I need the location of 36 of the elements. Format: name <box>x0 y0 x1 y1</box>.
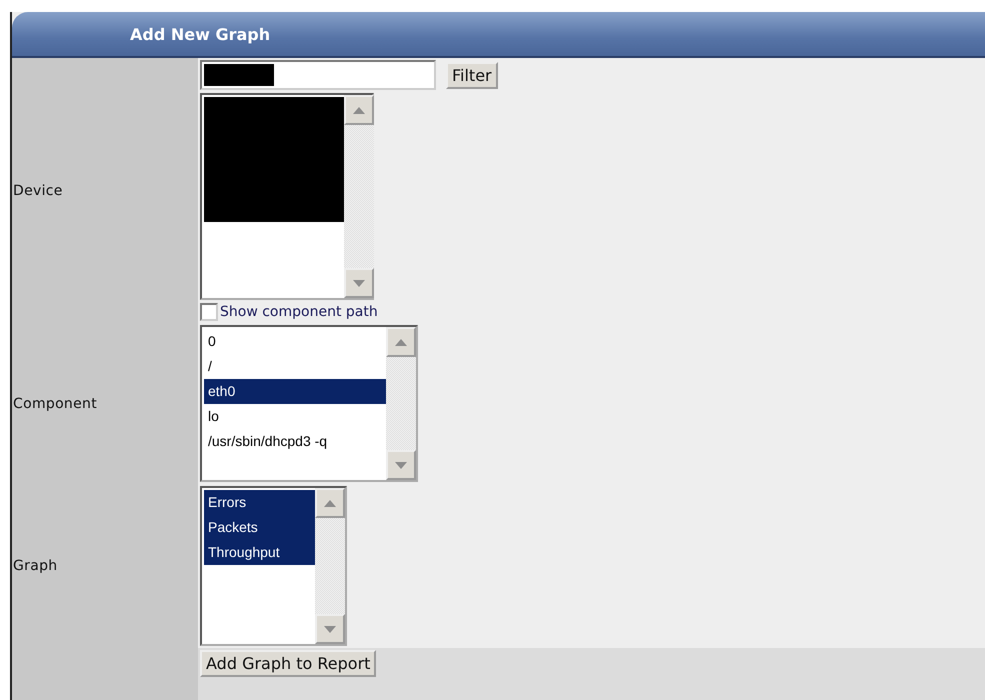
list-item[interactable]: Packets <box>204 515 315 540</box>
list-box[interactable]: Errors Packets Throughput <box>200 486 347 646</box>
list-item[interactable]: 0 <box>204 329 386 354</box>
up-arrow-icon <box>395 338 407 346</box>
panel-title: Add New Graph <box>130 24 270 44</box>
list-item[interactable]: eth0 <box>204 379 386 404</box>
list-item[interactable]: Throughput <box>204 540 315 565</box>
field-label: Graph <box>13 558 58 574</box>
checkbox[interactable] <box>200 303 218 321</box>
scrollbar[interactable] <box>315 488 345 644</box>
scrollbar[interactable] <box>344 95 374 298</box>
down-arrow-icon <box>324 626 336 632</box>
checkbox-label: Show component path <box>220 304 378 320</box>
list-box[interactable]: 0 / eth0 lo /usr/sbin/dhcpd3 -q <box>200 325 418 482</box>
list-item[interactable]: lo <box>204 404 386 429</box>
add-graph-button[interactable]: Add Graph to Report <box>200 650 376 677</box>
list-item[interactable]: Errors <box>204 490 315 515</box>
scroll-down-button[interactable] <box>344 268 374 298</box>
down-arrow-icon <box>395 462 407 468</box>
list-item[interactable]: /usr/sbin/dhcpd3 -q <box>204 429 386 454</box>
scroll-up-button[interactable] <box>344 95 374 125</box>
filter-field[interactable] <box>200 60 436 90</box>
scroll-down-button[interactable] <box>315 614 345 644</box>
down-arrow-icon <box>353 280 365 286</box>
up-arrow-icon <box>353 106 365 114</box>
list-box[interactable] <box>200 93 374 300</box>
scroll-up-button[interactable] <box>386 327 416 357</box>
scrollbar[interactable] <box>386 327 416 480</box>
scroll-up-button[interactable] <box>315 488 345 518</box>
field-label: Device <box>13 182 63 198</box>
redaction-block <box>204 64 274 86</box>
scroll-down-button[interactable] <box>386 450 416 480</box>
list-item[interactable]: / <box>204 354 386 379</box>
filter-button[interactable]: Filter <box>446 62 498 88</box>
up-arrow-icon <box>324 500 336 506</box>
field-label: Component <box>13 396 97 412</box>
